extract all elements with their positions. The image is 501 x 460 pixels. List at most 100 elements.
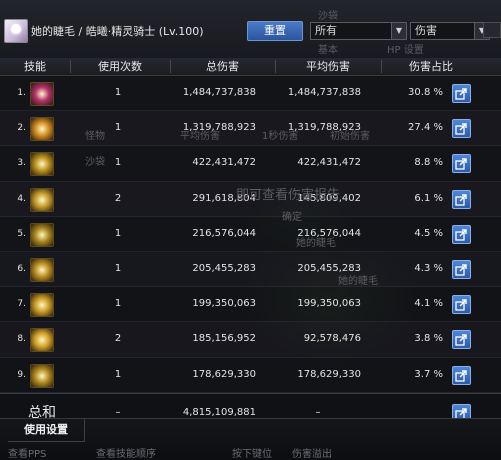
background-ghost-label: 平均伤害: [180, 131, 220, 142]
row-uses: 2: [114, 192, 122, 204]
row-uses: 1: [114, 368, 122, 380]
table-row: 9. 1 178,629,330 178,629,330 3.7 %: [0, 357, 501, 393]
share-button[interactable]: [452, 84, 471, 103]
share-export-icon: [455, 229, 467, 241]
row-uses: 1: [114, 227, 122, 239]
tab-usage-settings[interactable]: 使用设置: [8, 419, 85, 442]
golden-claw-skill-icon: [30, 293, 54, 318]
golden-rune-skill-icon: [30, 363, 54, 388]
row-rank: 9.: [17, 369, 26, 380]
share-button[interactable]: [452, 119, 471, 139]
column-header-damage-share: 伤害占比: [409, 60, 453, 73]
row-average-damage: 92,578,476: [303, 333, 361, 345]
row-uses: 1: [114, 262, 122, 274]
table-row: 6. 1 205,455,283 205,455,283 4.3 %: [0, 251, 501, 288]
share-button[interactable]: [452, 154, 471, 174]
share-button[interactable]: [452, 365, 471, 385]
golden-shield-skill-icon: [30, 222, 54, 247]
row-average-damage: 199,350,063: [297, 298, 361, 310]
row-total-damage: 1,484,737,838: [182, 87, 256, 98]
share-export-icon: [455, 123, 467, 135]
background-ghost-label: 怪物: [85, 131, 105, 142]
share-export-icon: [455, 88, 467, 100]
row-average-damage: 178,629,330: [297, 368, 361, 380]
golden-wings-skill-icon: [30, 117, 54, 142]
table-header: 技能 使用次数 总伤害 平均伤害 伤害占比: [0, 58, 501, 76]
row-damage-share: 27.4 %: [408, 122, 443, 134]
row-total-damage: 216,576,044: [192, 227, 256, 239]
character-avatar: [4, 19, 28, 43]
row-average-damage: 422,431,472: [297, 157, 361, 169]
share-export-icon: [455, 369, 467, 382]
background-ghost-label: 沙袋: [85, 157, 105, 168]
purple-burst-skill-icon: [30, 82, 54, 106]
background-ghost-label: 基本: [318, 45, 338, 56]
column-header-uses: 使用次数: [98, 60, 142, 73]
stat-type-value: 伤害: [415, 24, 437, 37]
background-ghost-label: 确定: [282, 212, 302, 223]
character-name: 她的睫毛 / 皓曦·精灵骑士 (Lv.100): [31, 25, 204, 38]
table-row: 1. 1 1,484,737,838 1,484,737,838 30.8 %: [0, 76, 501, 112]
row-damage-share: 3.7 %: [414, 368, 443, 380]
share-export-icon: [455, 264, 467, 276]
row-uses: 1: [114, 87, 122, 98]
row-rank: 4.: [17, 193, 26, 204]
share-export-icon: [455, 158, 467, 171]
row-rank: 1.: [17, 88, 26, 98]
golden-spiral-skill-icon: [30, 152, 54, 177]
row-total-damage: 205,455,283: [192, 262, 256, 274]
table-row: 8. 2 185,156,952 92,578,476 3.8 %: [0, 322, 501, 358]
share-export-icon: [455, 334, 467, 346]
skill-filter-dropdown[interactable]: 所有 ▼: [310, 22, 407, 40]
golden-flare-skill-icon: [30, 328, 54, 353]
footer-option-label: 伤害溢出: [292, 449, 332, 460]
background-ghost-label: 她的睫毛: [338, 276, 378, 287]
row-damage-share: 8.8 %: [414, 157, 443, 169]
stat-type-dropdown[interactable]: 伤害 ▼: [410, 22, 490, 40]
footer-option-label: 查看PPS: [8, 449, 47, 460]
row-rank: 2.: [17, 123, 26, 134]
table-row: 2. 1 1,319,788,923 1,319,788,923 27.4 %: [0, 111, 501, 147]
background-ghost-label: 1秒伤害: [262, 131, 299, 142]
row-total-damage: 178,629,330: [192, 368, 256, 380]
column-header-skill: 技能: [24, 60, 46, 73]
background-ghost-label: 初始伤害: [330, 131, 370, 142]
row-rank: 8.: [17, 334, 26, 345]
share-export-icon: [455, 299, 467, 311]
share-button[interactable]: [452, 295, 471, 315]
row-damage-share: 4.5 %: [414, 227, 443, 239]
share-export-icon: [455, 193, 467, 206]
row-rank: 6.: [17, 263, 26, 274]
damage-report-header: 她的睫毛 / 皓曦·精灵骑士 (Lv.100) 沙袋 基本 HP 设置 重置 所…: [0, 0, 501, 59]
row-average-damage: 1,484,737,838: [287, 87, 361, 98]
row-damage-share: 4.3 %: [414, 262, 443, 274]
chevron-down-icon: ▼: [391, 23, 406, 39]
table-row: 7. 1 199,350,063 199,350,063 4.1 %: [0, 287, 501, 323]
share-button[interactable]: [452, 259, 471, 279]
row-uses: 1: [114, 157, 122, 169]
skill-filter-value: 所有: [315, 24, 337, 37]
background-ghost-label: 沙袋: [318, 11, 338, 22]
reset-button[interactable]: 重置: [247, 21, 303, 41]
footer-option-label: 查看技能顺序: [96, 449, 156, 460]
row-rank: 5.: [17, 228, 26, 239]
row-uses: 1: [114, 298, 122, 310]
row-damage-share: 30.8 %: [408, 87, 443, 98]
row-total-damage: 199,350,063: [192, 298, 256, 310]
table-row: 5. 1 216,576,044 216,576,044 4.5 %: [0, 216, 501, 252]
column-header-average-damage: 平均伤害: [306, 60, 350, 73]
share-button[interactable]: [452, 224, 471, 244]
golden-slash-skill-icon: [30, 187, 54, 212]
row-total-damage: 422,431,472: [192, 157, 256, 169]
row-damage-share: 3.8 %: [414, 333, 443, 345]
share-button[interactable]: [452, 189, 471, 209]
share-button[interactable]: [452, 330, 471, 350]
row-damage-share: 4.1 %: [414, 298, 443, 310]
settings-footer: 使用设置 查看PPS 查看技能顺序 按下键位 伤害溢出: [0, 418, 501, 460]
column-header-total-damage: 总伤害: [206, 60, 239, 73]
table-row: 3. 1 422,431,472 422,431,472 8.8 %: [0, 146, 501, 182]
table-body: 1. 1 1,484,737,838 1,484,737,838 30.8 % 2. 1 1,…: [0, 76, 501, 393]
row-rank: 3.: [17, 158, 26, 169]
background-ghost-label: 即可查看伤害报告: [236, 188, 341, 203]
side-scroll-button[interactable]: [483, 22, 501, 38]
